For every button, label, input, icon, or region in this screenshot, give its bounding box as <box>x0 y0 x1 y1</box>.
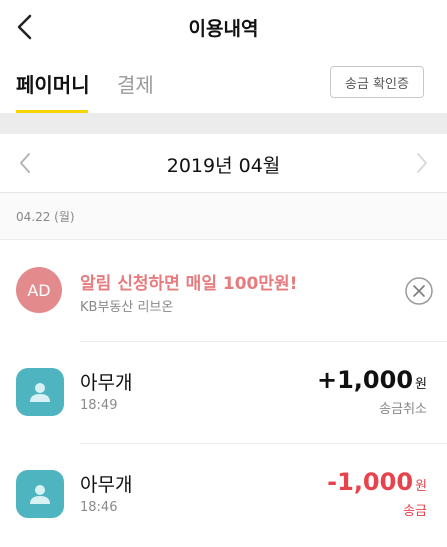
date-header: 04.22 (월) <box>0 193 447 240</box>
ad-badge: AD <box>16 267 62 313</box>
contact-name: 아무개 <box>80 474 133 496</box>
currency-unit: 원 <box>415 377 427 392</box>
transaction-time: 18:46 <box>80 500 118 515</box>
close-ad-button[interactable] <box>404 276 434 310</box>
avatar <box>16 368 64 416</box>
tab-payment[interactable]: 결제 <box>117 69 154 98</box>
section-divider <box>0 113 447 134</box>
transaction-status: 송금 <box>403 504 427 519</box>
ad-title: 알림 신청하면 매일 100만원! <box>80 274 298 294</box>
transfer-receipt-button[interactable]: 송금 확인증 <box>330 66 424 98</box>
transaction-amount: +1,000 원 <box>317 366 427 394</box>
amount-value: -1,000 <box>327 468 414 496</box>
ad-banner[interactable]: AD 알림 신청하면 매일 100만원! KB부동산 리브온 <box>0 240 447 342</box>
transaction-amount: -1,000 원 <box>327 468 427 496</box>
contact-name: 아무개 <box>80 372 133 394</box>
page-title: 이용내역 <box>188 18 259 40</box>
ad-subtitle: KB부동산 리브온 <box>80 300 174 315</box>
top-bar: 이용내역 <box>0 0 447 55</box>
transaction-row[interactable]: 아무개 18:49 +1,000 원 송금취소 <box>0 342 447 444</box>
date-label: 04.22 (월) <box>16 210 75 224</box>
transaction-row[interactable]: 아무개 18:46 -1,000 원 송금 <box>0 444 447 547</box>
transaction-time: 18:49 <box>80 398 118 413</box>
month-selector: 2019년 04월 <box>0 134 447 193</box>
tab-paymoney[interactable]: 페이머니 <box>16 69 90 98</box>
month-label: 2019년 04월 <box>166 155 281 177</box>
amount-value: +1,000 <box>317 366 414 394</box>
chevron-right-icon <box>417 153 427 173</box>
person-icon <box>30 383 50 402</box>
transaction-status: 송금취소 <box>379 402 427 417</box>
close-icon <box>405 277 433 305</box>
avatar <box>16 470 64 518</box>
person-icon <box>30 485 50 504</box>
currency-unit: 원 <box>415 479 427 494</box>
next-month-button[interactable] <box>411 151 431 175</box>
